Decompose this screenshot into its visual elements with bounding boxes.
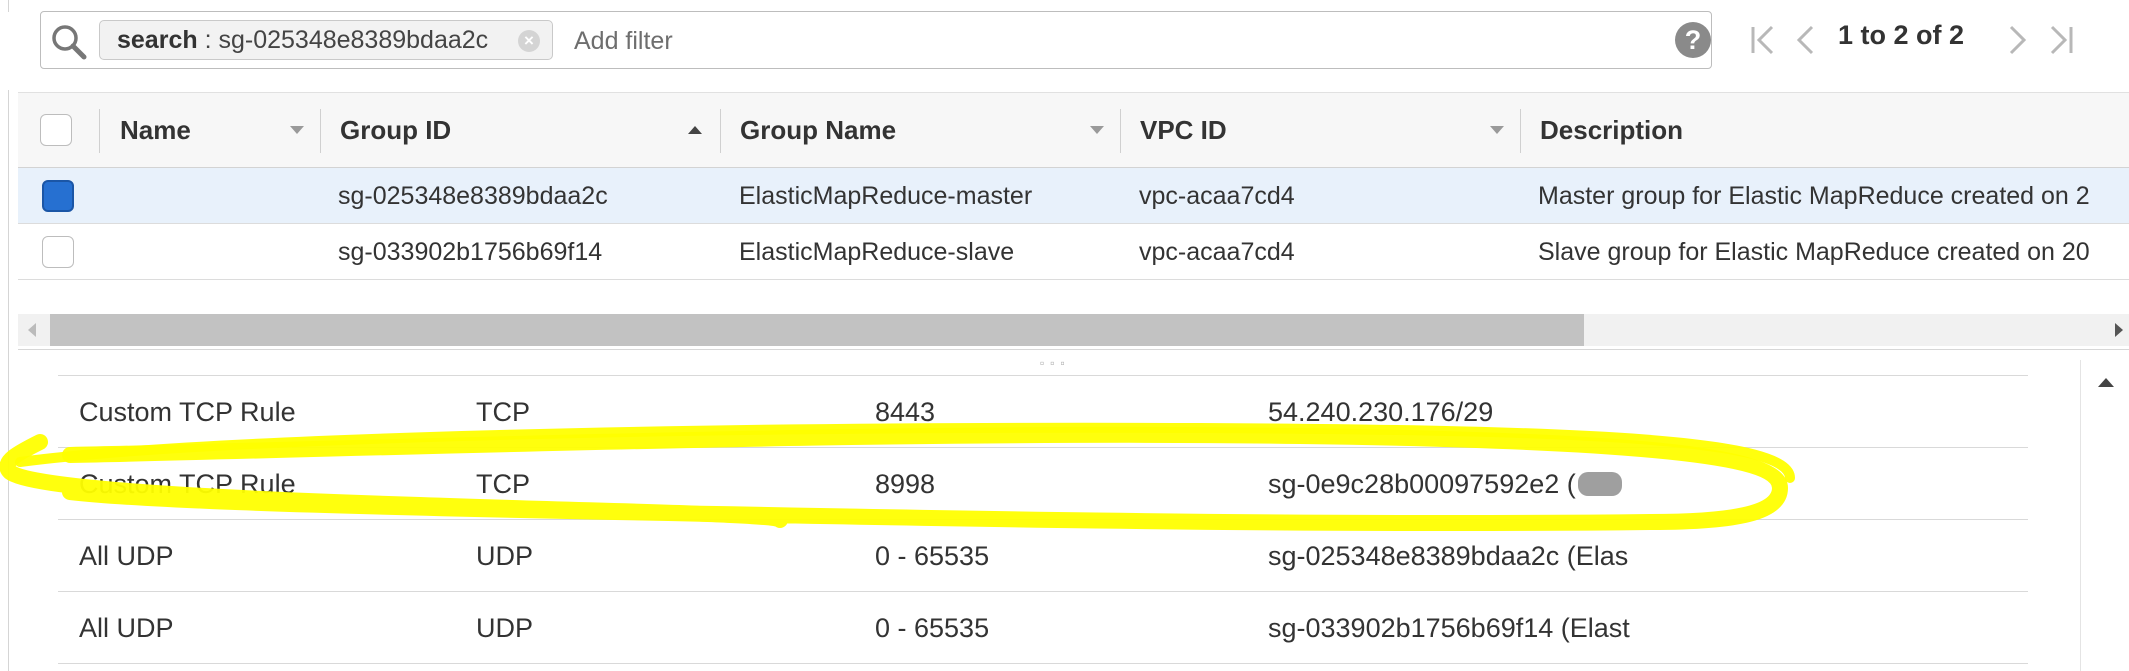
- filter-bar[interactable]: search : sg-025348e8389bdaa2c × ?: [40, 11, 1712, 69]
- scroll-right-icon[interactable]: [2115, 323, 2123, 337]
- rule-type: All UDP: [79, 541, 174, 571]
- clear-filter-icon[interactable]: ×: [518, 30, 540, 52]
- cell-group-id: sg-025348e8389bdaa2c: [338, 182, 608, 210]
- cell-group-id: sg-033902b1756b69f14: [338, 238, 603, 266]
- cell-description: Master group for Elastic MapReduce creat…: [1538, 182, 2090, 210]
- rule-type: Custom TCP Rule: [79, 397, 296, 427]
- rule-row: All UDP UDP 0 - 65535 sg-025348e8389bdaa…: [58, 520, 2028, 592]
- filter-token[interactable]: search : sg-025348e8389bdaa2c ×: [99, 20, 553, 60]
- rule-protocol: TCP: [476, 397, 530, 427]
- column-header-group-id[interactable]: Group ID: [340, 93, 451, 167]
- table-row[interactable]: sg-025348e8389bdaa2c ElasticMapReduce-ma…: [18, 168, 2129, 224]
- search-icon: [52, 25, 87, 60]
- table-header: Name Group ID Group Name VPC ID Descript…: [18, 92, 2129, 168]
- column-separator: [720, 109, 721, 153]
- cell-group-name: ElasticMapReduce-master: [739, 182, 1033, 210]
- filter-token-separator: :: [197, 25, 219, 54]
- select-all-checkbox[interactable]: [40, 114, 72, 146]
- rule-port-range: 8443: [875, 397, 936, 427]
- cell-description: Slave group for Elastic MapReduce create…: [1538, 238, 2090, 266]
- previous-page-icon[interactable]: [1793, 22, 1819, 58]
- table-row[interactable]: sg-033902b1756b69f14 ElasticMapReduce-sl…: [18, 224, 2129, 280]
- sort-vpc-id-icon[interactable]: [1490, 126, 1504, 134]
- redacted-block: [1577, 471, 1622, 496]
- rule-protocol: TCP: [476, 469, 530, 499]
- column-header-description[interactable]: Description: [1540, 93, 1683, 167]
- column-separator: [99, 109, 100, 153]
- scroll-up-icon[interactable]: [2098, 378, 2114, 387]
- rule-port-range: 8998: [875, 469, 936, 499]
- cell-name: [120, 224, 310, 280]
- resize-handle-icon[interactable]: ▫▫▫: [1040, 356, 1071, 370]
- left-panel-edge-top: [0, 0, 9, 12]
- vertical-scrollbar[interactable]: [2080, 360, 2129, 671]
- rule-source: sg-0e9c28b00097592e2 (: [1268, 469, 1576, 499]
- rule-source: 54.240.230.176/29: [1268, 397, 1494, 427]
- column-separator: [1520, 109, 1521, 153]
- sort-name-icon[interactable]: [290, 126, 304, 134]
- horizontal-scrollbar-thumb[interactable]: [50, 314, 1584, 346]
- last-page-icon[interactable]: [2044, 22, 2076, 58]
- rule-source: sg-025348e8389bdaa2c (Elas: [1268, 541, 1629, 571]
- column-header-vpc-id[interactable]: VPC ID: [1140, 93, 1227, 167]
- rule-protocol: UDP: [476, 541, 534, 571]
- add-filter-input[interactable]: [572, 20, 1176, 62]
- rule-type: Custom TCP Rule: [79, 469, 296, 499]
- rule-type: All UDP: [79, 613, 174, 643]
- horizontal-scrollbar[interactable]: [18, 314, 2129, 346]
- sort-ascending-icon[interactable]: [688, 126, 702, 134]
- panel-divider[interactable]: [18, 349, 2129, 350]
- rule-port-range: 0 - 65535: [875, 541, 990, 571]
- column-header-name[interactable]: Name: [120, 93, 191, 167]
- rule-source: sg-033902b1756b69f14 (Elast: [1268, 613, 1630, 643]
- rule-protocol: UDP: [476, 613, 534, 643]
- help-icon[interactable]: ?: [1675, 22, 1711, 58]
- rule-row: All UDP UDP 0 - 65535 sg-033902b1756b69f…: [58, 592, 2028, 664]
- first-page-icon[interactable]: [1748, 22, 1780, 58]
- left-panel-edge: [0, 90, 9, 671]
- cell-name: [120, 168, 310, 224]
- row-checkbox[interactable]: [42, 180, 74, 212]
- next-page-icon[interactable]: [2004, 22, 2030, 58]
- cell-group-name: ElasticMapReduce-slave: [739, 238, 1015, 266]
- cell-vpc-id: vpc-acaa7cd4: [1139, 238, 1295, 266]
- column-header-group-name[interactable]: Group Name: [740, 93, 896, 167]
- sort-group-name-icon[interactable]: [1090, 126, 1104, 134]
- rule-source-cell: sg-0e9c28b00097592e2 (: [1268, 448, 1698, 520]
- filter-token-key: search: [117, 25, 198, 54]
- row-checkbox[interactable]: [42, 236, 74, 268]
- pagination-range: 1 to 2 of 2: [1838, 20, 1965, 50]
- rule-row: Custom TCP Rule TCP 8443 54.240.230.176/…: [58, 376, 2028, 448]
- filter-token-value: sg-025348e8389bdaa2c: [218, 25, 489, 54]
- scroll-left-icon[interactable]: [28, 323, 36, 337]
- rule-port-range: 0 - 65535: [875, 613, 990, 643]
- rule-row: Custom TCP Rule TCP 8998 sg-0e9c28b00097…: [58, 448, 2028, 520]
- column-separator: [320, 109, 321, 153]
- column-separator: [1120, 109, 1121, 153]
- cell-vpc-id: vpc-acaa7cd4: [1139, 182, 1295, 210]
